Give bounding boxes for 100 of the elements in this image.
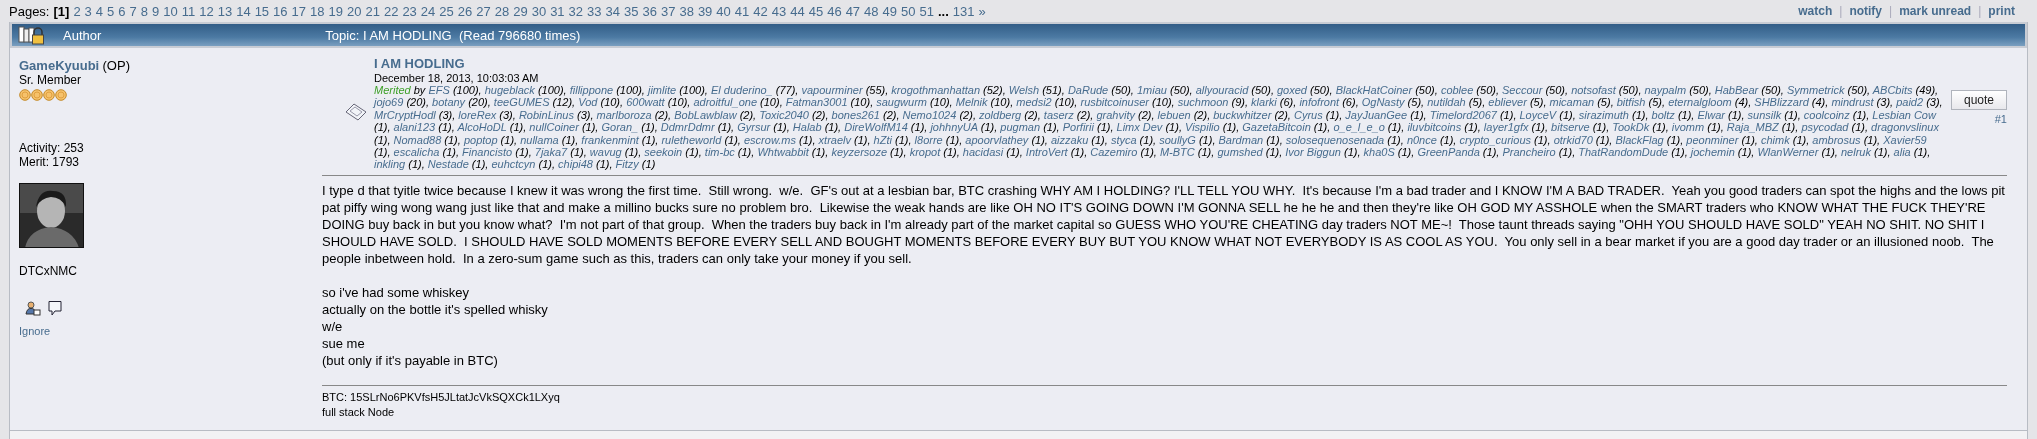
- merit-user-link[interactable]: vapourminer: [801, 84, 863, 96]
- page-link[interactable]: 2: [73, 3, 81, 19]
- merit-user-link[interactable]: seekoin: [644, 146, 683, 159]
- page-link[interactable]: 16: [273, 3, 288, 19]
- merit-user-link[interactable]: micaman: [1549, 96, 1595, 109]
- merit-user-link[interactable]: n0nce: [1406, 133, 1437, 146]
- topic-action-link[interactable]: watch: [1798, 4, 1833, 18]
- merit-user-link[interactable]: hacidasi: [962, 146, 1004, 159]
- merit-user-link[interactable]: o_e_l_e_o: [1333, 121, 1385, 134]
- merit-user-link[interactable]: adroitful_one: [693, 96, 757, 109]
- merit-user-link[interactable]: chimk: [1760, 133, 1790, 146]
- merit-user-link[interactable]: allyouracid: [1195, 84, 1249, 96]
- message-icon[interactable]: [47, 300, 63, 317]
- merit-user-link[interactable]: escrow.ms: [744, 133, 796, 146]
- merit-user-link[interactable]: euhctcyn: [491, 158, 536, 171]
- merit-user-link[interactable]: Financisto: [462, 146, 513, 159]
- page-link[interactable]: 27: [476, 3, 491, 19]
- post-title-link[interactable]: I AM HODLING: [374, 56, 465, 71]
- merit-user-link[interactable]: GreenPanda: [1417, 146, 1480, 159]
- merit-user-link[interactable]: SHBlizzard: [1754, 96, 1809, 109]
- merit-user-link[interactable]: Cazemiro: [1090, 146, 1138, 159]
- topic-action-link[interactable]: notify: [1849, 4, 1883, 18]
- merit-user-link[interactable]: chipi48: [558, 158, 593, 171]
- merit-user-link[interactable]: inkling: [374, 158, 406, 171]
- merit-user-link[interactable]: l8orre: [914, 133, 943, 146]
- merit-user-link[interactable]: MrCryptHodl: [374, 108, 436, 121]
- merit-user-link[interactable]: buckwhitzer: [1213, 108, 1272, 121]
- merit-user-link[interactable]: BlackHatCoiner: [1335, 84, 1413, 96]
- merit-user-link[interactable]: crypto_curious: [1459, 133, 1532, 146]
- merit-user-link[interactable]: johhnyUA: [930, 121, 978, 134]
- merit-user-link[interactable]: EFS: [428, 84, 450, 96]
- merit-user-link[interactable]: BobLawblaw: [674, 108, 737, 121]
- merit-user-link[interactable]: DaRude: [1067, 84, 1109, 96]
- merit-user-link[interactable]: TookDk: [1612, 121, 1650, 134]
- page-link[interactable]: 24: [420, 3, 436, 19]
- page-link[interactable]: 40: [716, 3, 731, 19]
- merit-user-link[interactable]: Bardman: [1218, 133, 1264, 146]
- merit-user-link[interactable]: Prancheiro: [1502, 146, 1556, 159]
- merit-user-link[interactable]: Porfirii: [1062, 121, 1094, 134]
- page-link[interactable]: 46: [827, 3, 842, 19]
- page-link[interactable]: »: [978, 3, 986, 19]
- merit-user-link[interactable]: goxed: [1277, 84, 1307, 96]
- merit-user-link[interactable]: naypalm: [1644, 84, 1687, 96]
- merit-user-link[interactable]: alani123: [393, 121, 436, 134]
- merit-user-link[interactable]: Toxic2040: [759, 108, 809, 121]
- merit-user-link[interactable]: loreRex: [458, 108, 497, 121]
- merit-user-link[interactable]: AlcoHoDL: [457, 121, 507, 134]
- page-link[interactable]: 7: [129, 3, 137, 19]
- merit-user-link[interactable]: Raja_MBZ: [1726, 121, 1779, 134]
- merit-user-link[interactable]: nullCoiner: [529, 121, 579, 134]
- merit-user-link[interactable]: krogothmanhattan: [891, 84, 981, 96]
- merit-user-link[interactable]: DireWolfM14: [844, 121, 908, 134]
- merit-user-link[interactable]: Limx Dev: [1116, 121, 1163, 134]
- merit-user-link[interactable]: hugeblack: [484, 84, 535, 96]
- merit-user-link[interactable]: ivomm: [1671, 121, 1705, 134]
- merit-user-link[interactable]: ruletheworld: [661, 133, 722, 146]
- post-number-link[interactable]: #1: [1994, 113, 2007, 125]
- page-link[interactable]: 41: [734, 3, 750, 19]
- page-link[interactable]: 26: [457, 3, 473, 19]
- page-link[interactable]: 25: [439, 3, 454, 19]
- page-link[interactable]: 32: [568, 3, 584, 19]
- merit-user-link[interactable]: GazetaBitcoin: [1242, 121, 1311, 134]
- page-link[interactable]: 45: [808, 3, 824, 19]
- merit-user-link[interactable]: BlackFlag: [1615, 133, 1664, 146]
- merit-user-link[interactable]: El duderino_: [710, 84, 773, 96]
- page-link[interactable]: 8: [140, 3, 148, 19]
- merit-user-link[interactable]: pugman: [1000, 121, 1041, 134]
- merit-user-link[interactable]: Nemo1024: [902, 108, 957, 121]
- page-link[interactable]: 131: [952, 3, 975, 19]
- page-link[interactable]: 4: [95, 3, 104, 19]
- merit-user-link[interactable]: infofront: [1299, 96, 1340, 109]
- merit-user-link[interactable]: DdmrDdmr: [660, 121, 715, 134]
- merit-user-link[interactable]: Fitzy: [615, 158, 639, 171]
- merit-user-link[interactable]: klarki: [1251, 96, 1277, 109]
- merit-user-link[interactable]: Melnik: [955, 96, 988, 109]
- merit-user-link[interactable]: bitserve: [1551, 121, 1590, 134]
- merit-user-link[interactable]: lebuen: [1157, 108, 1191, 121]
- merit-user-link[interactable]: xtraelv: [818, 133, 851, 146]
- merit-user-link[interactable]: eternalgloom: [1668, 96, 1732, 109]
- merit-user-link[interactable]: boltz: [1651, 108, 1675, 121]
- merit-user-link[interactable]: coblee: [1440, 84, 1474, 96]
- merit-user-link[interactable]: Seccour: [1502, 84, 1543, 96]
- page-link[interactable]: 44: [790, 3, 805, 19]
- merit-user-link[interactable]: solosequenosenada: [1285, 133, 1385, 146]
- page-link[interactable]: 5: [107, 3, 115, 19]
- merit-user-link[interactable]: jimlite: [648, 84, 677, 96]
- page-link[interactable]: [1]: [53, 3, 70, 19]
- merit-user-link[interactable]: dragonvslinux: [1871, 121, 1939, 134]
- merit-user-link[interactable]: psycodad: [1801, 121, 1849, 134]
- page-link[interactable]: 17: [291, 3, 307, 19]
- page-link[interactable]: 43: [771, 3, 787, 19]
- page-link[interactable]: 51: [919, 3, 934, 19]
- merit-user-link[interactable]: Gyrsur: [737, 121, 771, 134]
- merit-user-link[interactable]: WlanWerner: [1757, 146, 1819, 159]
- page-link[interactable]: 29: [513, 3, 528, 19]
- page-link[interactable]: 48: [864, 3, 879, 19]
- merit-user-link[interactable]: hZti: [873, 133, 892, 146]
- page-link[interactable]: 35: [624, 3, 639, 19]
- merit-user-link[interactable]: Vispilio: [1185, 121, 1220, 134]
- quote-button[interactable]: quote: [1950, 90, 2007, 110]
